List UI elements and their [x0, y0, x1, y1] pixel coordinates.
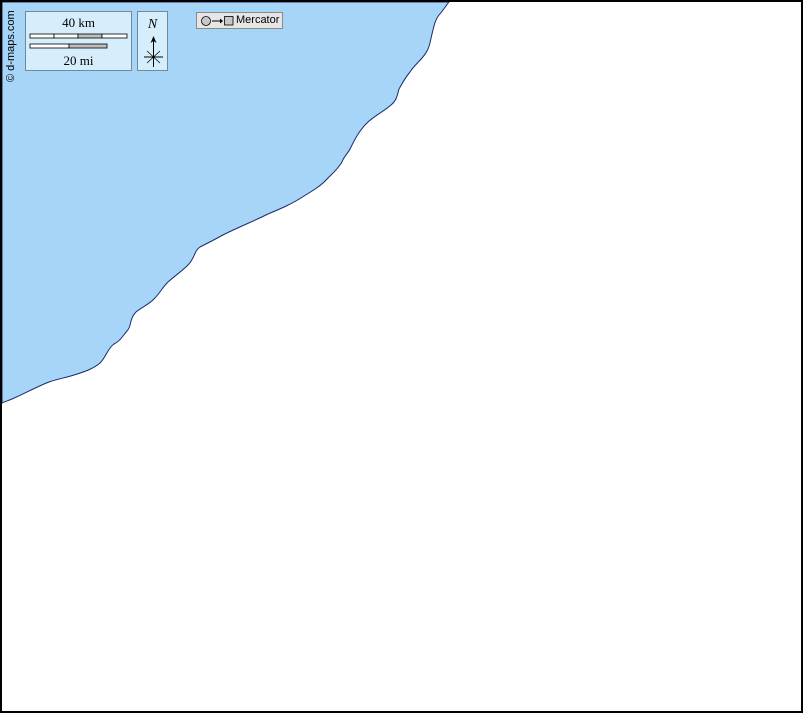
- scale-km-segment: [101, 33, 128, 39]
- compass-rose-icon: [144, 36, 163, 67]
- map-frame: © d-maps.com 40 km 20 mi N Mercator: [0, 0, 803, 713]
- scale-mi-label: 20 mi: [63, 53, 94, 68]
- north-arrow: N: [137, 11, 168, 71]
- scale-km-segment: [53, 33, 79, 39]
- map-canvas: [2, 2, 450, 404]
- scale-mi-segment: [29, 43, 70, 49]
- credit-text: © d-maps.com: [5, 10, 17, 82]
- scale-km-segment: [29, 33, 55, 39]
- scale-km-segment: [77, 33, 103, 39]
- scale-mi-segment: [68, 43, 108, 49]
- projection-badge: Mercator: [196, 12, 283, 29]
- globe-to-flat-projection-icon: [201, 16, 234, 26]
- scale-bar: 40 km 20 mi: [25, 11, 132, 71]
- projection-label: Mercator: [236, 14, 280, 26]
